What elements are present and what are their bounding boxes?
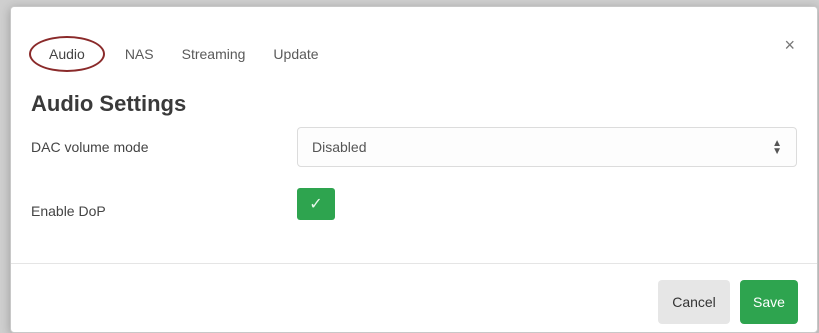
tab-nas[interactable]: NAS (111, 38, 168, 70)
footer-divider (11, 263, 817, 264)
save-button[interactable]: Save (740, 280, 798, 324)
tab-update[interactable]: Update (259, 38, 332, 70)
enable-dop-label: Enable DoP (31, 203, 106, 219)
close-icon[interactable]: × (784, 35, 795, 56)
settings-modal: Audio NAS Streaming Update × Audio Setti… (10, 6, 818, 333)
dac-volume-selected-value: Disabled (312, 139, 367, 155)
tab-streaming[interactable]: Streaming (168, 38, 260, 70)
dac-volume-label: DAC volume mode (31, 139, 149, 155)
section-title: Audio Settings (31, 91, 187, 116)
settings-tabs: Audio NAS Streaming Update (29, 33, 333, 75)
select-arrows-icon: ▲ ▼ (772, 138, 782, 157)
enable-dop-checkbox[interactable]: ✓ (297, 188, 335, 220)
checkmark-icon: ✓ (309, 196, 323, 213)
cancel-button[interactable]: Cancel (658, 280, 730, 324)
tab-audio[interactable]: Audio (29, 36, 105, 72)
dac-volume-select[interactable]: Disabled ▲ ▼ (297, 127, 797, 167)
